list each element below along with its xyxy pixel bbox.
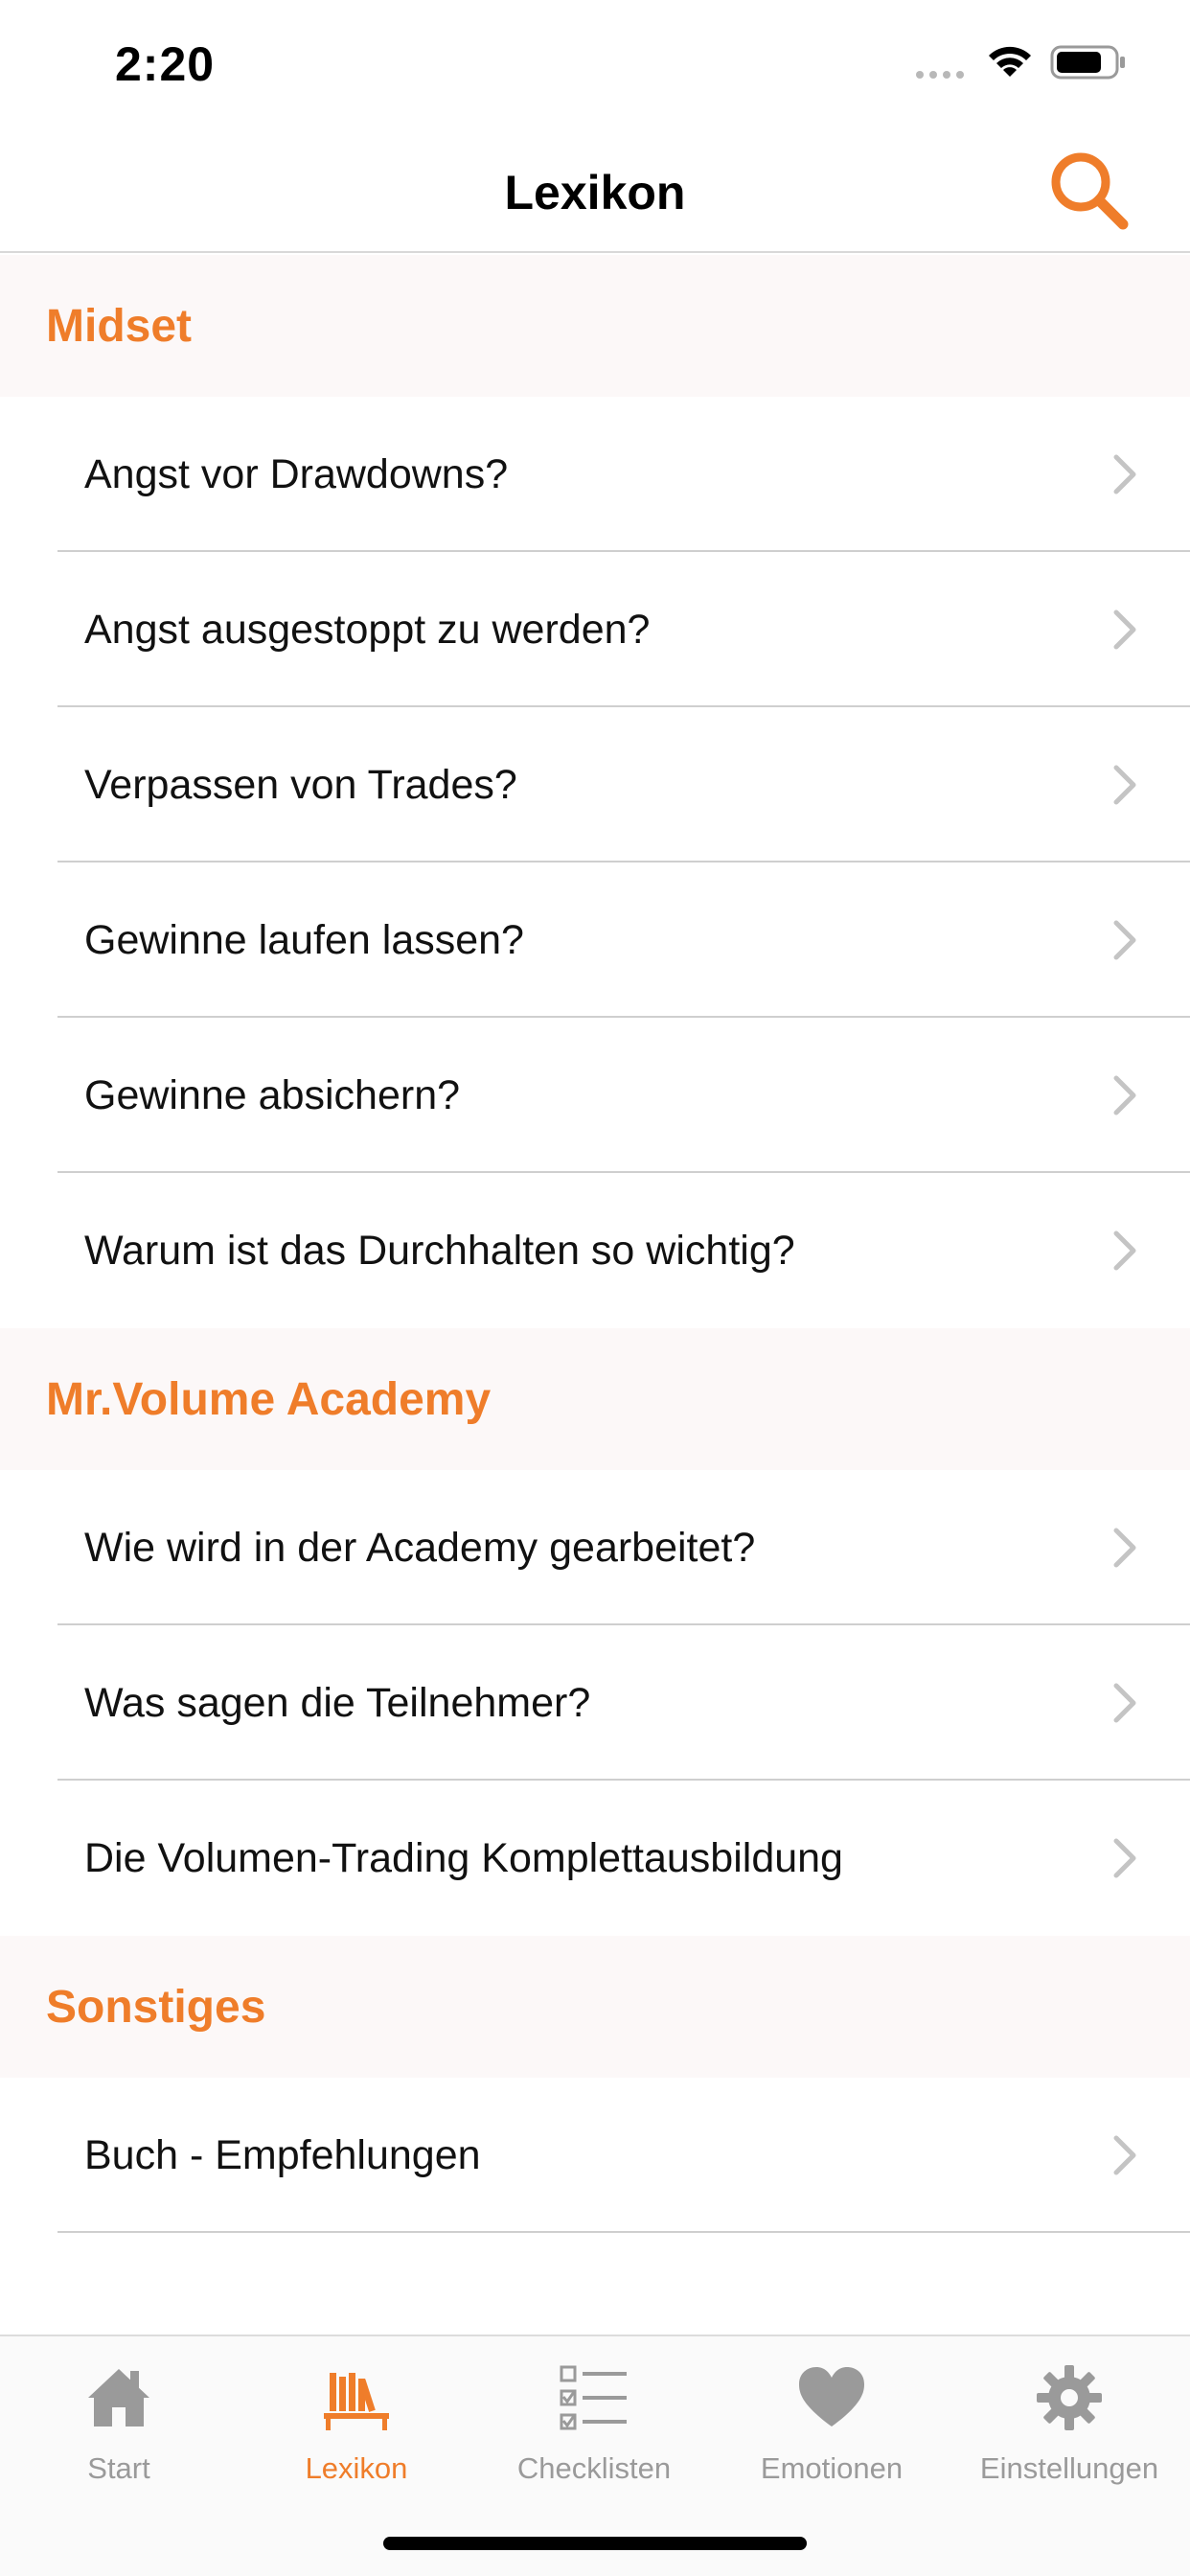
- tab-einstellungen[interactable]: Einstellungen: [950, 2336, 1188, 2528]
- chevron-right-icon: [1113, 2135, 1136, 2175]
- lexikon-screen: 2:20 Lexikon Midset Angst vor Drawdowns?: [0, 0, 1190, 2576]
- status-bar: 2:20: [0, 0, 1190, 126]
- tab-start[interactable]: Start: [0, 2336, 238, 2528]
- battery-icon: [1050, 45, 1125, 80]
- search-icon[interactable]: [1044, 146, 1133, 234]
- list-item[interactable]: Warum ist das Durchhalten so wichtig?: [0, 1173, 1190, 1328]
- section-header-midset: Midset: [0, 255, 1190, 397]
- gear-icon: [1037, 2365, 1102, 2430]
- list-item-label: Die Volumen-Trading Komplettausbildung: [84, 1834, 843, 1881]
- page-title: Lexikon: [504, 166, 686, 219]
- tab-label: Emotionen: [760, 2451, 904, 2485]
- home-icon: [88, 2369, 149, 2426]
- tab-label: Einstellungen: [979, 2451, 1159, 2485]
- list-item[interactable]: Angst ausgestoppt zu werden?: [0, 552, 1190, 707]
- heart-icon: [799, 2367, 864, 2426]
- list-item[interactable]: Gewinne laufen lassen?: [0, 862, 1190, 1018]
- list-item-label: Angst vor Drawdowns?: [84, 450, 509, 497]
- list-item[interactable]: Angst vor Drawdowns?: [0, 397, 1190, 552]
- section-title: Midset: [46, 300, 193, 352]
- list-item[interactable]: Buch - Empfehlungen: [0, 2078, 1190, 2233]
- tab-emotionen[interactable]: Emotionen: [713, 2336, 950, 2528]
- section-title: Sonstiges: [46, 1981, 266, 2033]
- list-item-label: Gewinne laufen lassen?: [84, 916, 524, 963]
- list-item-label: Angst ausgestoppt zu werden?: [84, 606, 651, 653]
- chevron-right-icon: [1113, 610, 1136, 650]
- list-item[interactable]: Verpassen von Trades?: [0, 707, 1190, 862]
- chevron-right-icon: [1113, 765, 1136, 805]
- tab-checklisten[interactable]: Checklisten: [475, 2336, 713, 2528]
- list-item-label: Buch - Empfehlungen: [84, 2131, 481, 2178]
- chevron-right-icon: [1113, 1528, 1136, 1568]
- books-icon: [324, 2373, 389, 2430]
- section-title: Mr.Volume Academy: [46, 1373, 492, 1425]
- chevron-right-icon: [1113, 1838, 1136, 1878]
- checklist-icon: [560, 2365, 627, 2430]
- list-item-label: Was sagen die Teilnehmer?: [84, 1679, 591, 1726]
- home-indicator[interactable]: [383, 2537, 807, 2550]
- list-item-label: Verpassen von Trades?: [84, 761, 517, 808]
- section-header-academy: Mr.Volume Academy: [0, 1328, 1190, 1470]
- chevron-right-icon: [1113, 920, 1136, 960]
- list-item-label: Wie wird in der Academy gearbeitet?: [84, 1524, 756, 1571]
- lexikon-list: Midset Angst vor Drawdowns? Angst ausges…: [0, 255, 1190, 2233]
- list-item[interactable]: Die Volumen-Trading Komplettausbildung: [0, 1781, 1190, 1936]
- list-item[interactable]: Gewinne absichern?: [0, 1018, 1190, 1173]
- status-time: 2:20: [115, 37, 216, 91]
- list-item[interactable]: Wie wird in der Academy gearbeitet?: [0, 1470, 1190, 1625]
- tab-label: Lexikon: [305, 2451, 408, 2485]
- wifi-icon: [989, 46, 1031, 77]
- chevron-right-icon: [1113, 1230, 1136, 1271]
- tab-label: Checklisten: [516, 2451, 672, 2485]
- list-item-label: Gewinne absichern?: [84, 1071, 461, 1118]
- tab-lexikon[interactable]: Lexikon: [238, 2336, 475, 2528]
- navigation-bar: Lexikon: [0, 126, 1190, 253]
- list-item-label: Warum ist das Durchhalten so wichtig?: [84, 1227, 795, 1274]
- chevron-right-icon: [1113, 1075, 1136, 1116]
- list-item[interactable]: Was sagen die Teilnehmer?: [0, 1625, 1190, 1781]
- section-header-sonstiges: Sonstiges: [0, 1936, 1190, 2078]
- tab-label: Start: [87, 2451, 150, 2485]
- chevron-right-icon: [1113, 454, 1136, 494]
- cellular-signal-icon: [916, 71, 964, 79]
- chevron-right-icon: [1113, 1683, 1136, 1723]
